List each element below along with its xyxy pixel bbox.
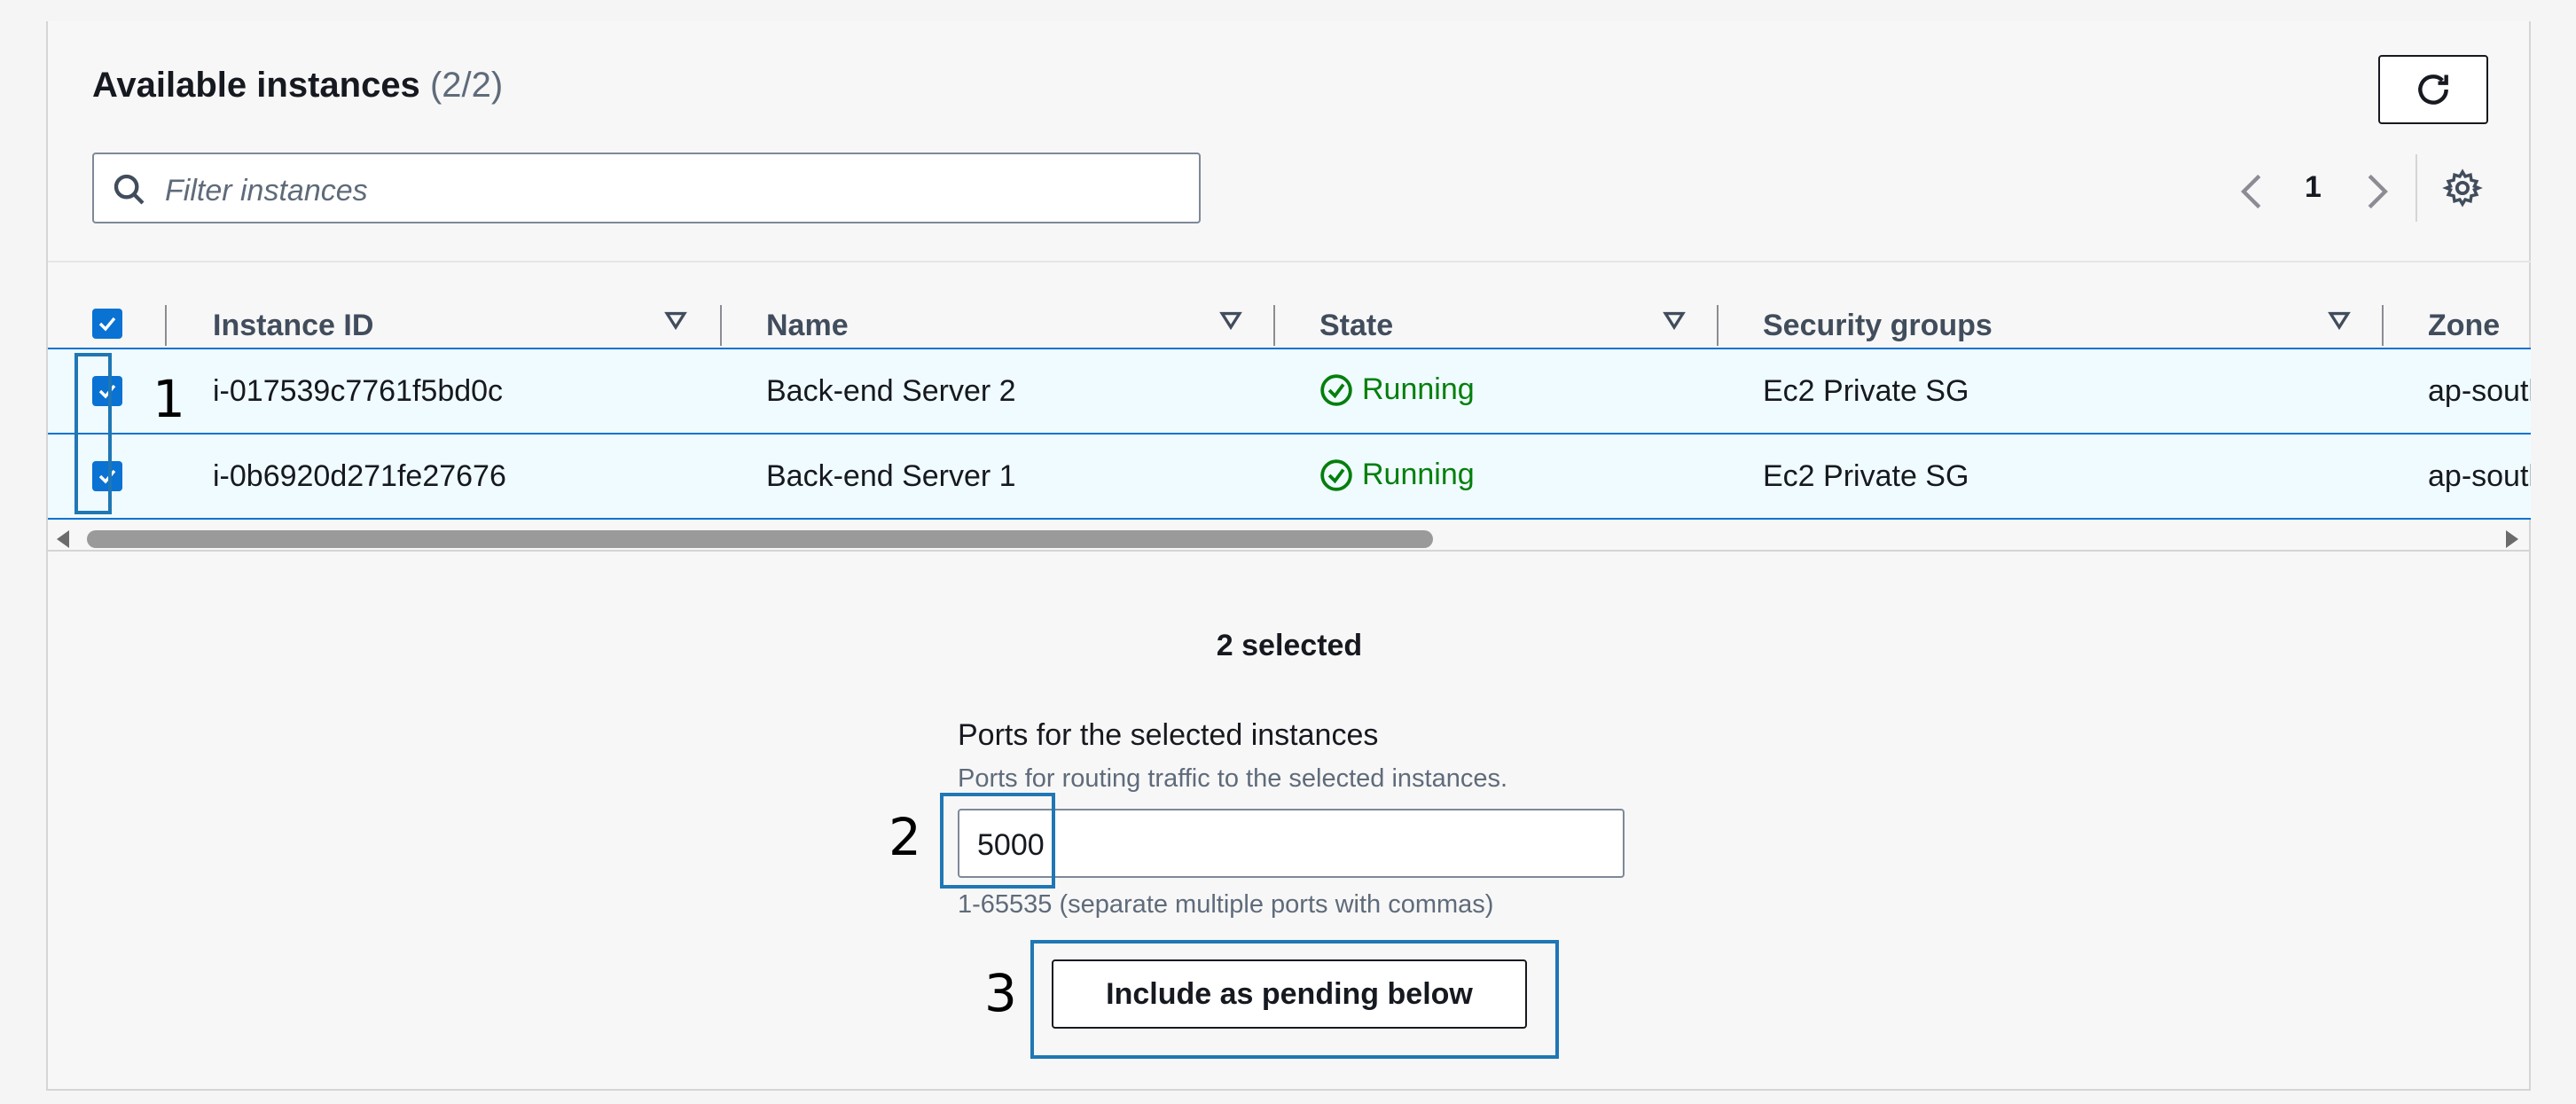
table-row[interactable]: i-0b6920d271fe27676 Back-end Server 1 Ru… (48, 433, 2531, 520)
selection-count: 2 selected (1216, 629, 1363, 662)
ports-field-description: Ports for routing traffic to the selecte… (958, 764, 1508, 793)
gear-icon[interactable] (2442, 168, 2483, 208)
column-header-instance-id[interactable]: Instance ID (213, 309, 373, 343)
annotation-box-1 (74, 353, 112, 514)
name-cell: Back-end Server 2 (766, 374, 1016, 408)
annotation-box-2 (940, 793, 1055, 889)
column-divider (1717, 305, 1719, 346)
filter-instances-input[interactable]: Filter instances (92, 153, 1201, 223)
column-divider (1273, 305, 1275, 346)
annotation-number-3: 3 (984, 963, 1017, 1023)
available-instances-panel: Available instances (2/2) Filter instanc… (46, 21, 2531, 1091)
ports-input[interactable]: 5000 (958, 809, 1625, 878)
refresh-icon (2418, 74, 2448, 105)
column-header-name[interactable]: Name (766, 309, 849, 343)
name-cell: Back-end Server 1 (766, 459, 1016, 493)
security-group-cell: Ec2 Private SG (1763, 459, 1969, 493)
scrollbar-thumb[interactable] (87, 530, 1433, 548)
horizontal-scrollbar[interactable] (48, 523, 2531, 552)
column-divider (165, 305, 167, 346)
instance-count: (2/2) (429, 66, 504, 105)
sort-down-icon[interactable] (2327, 309, 2352, 333)
zone-cell: ap-south (2428, 374, 2531, 408)
state-cell: Running (1319, 372, 1475, 407)
state-label: Running (1362, 372, 1475, 406)
next-page-icon[interactable] (2364, 172, 2391, 211)
state-cell: Running (1319, 458, 1475, 492)
column-divider (720, 305, 722, 346)
annotation-number-2: 2 (889, 807, 921, 867)
status-check-circle-icon (1320, 373, 1352, 406)
table-row[interactable]: i-017539c7761f5bd0c Back-end Server 2 Ru… (48, 348, 2531, 435)
refresh-button[interactable] (2378, 55, 2488, 124)
panel-title: Available instances (2/2) (92, 66, 504, 105)
select-all-checkbox[interactable] (92, 309, 122, 339)
annotation-box-3 (1030, 940, 1559, 1059)
state-label: Running (1362, 458, 1475, 491)
sort-down-icon[interactable] (1218, 309, 1243, 333)
column-header-zone[interactable]: Zone (2428, 309, 2500, 343)
ports-field-label: Ports for the selected instances (958, 718, 1379, 752)
sort-down-icon[interactable] (1662, 309, 1687, 333)
checkmark-icon (98, 317, 116, 332)
status-check-circle-icon (1320, 458, 1352, 491)
sort-down-icon[interactable] (663, 309, 688, 333)
column-header-security-groups[interactable]: Security groups (1763, 309, 1993, 343)
table-header: Instance ID Name State Security groups Z… (48, 261, 2531, 351)
pager-divider (2415, 154, 2417, 222)
zone-cell: ap-south (2428, 459, 2531, 493)
search-placeholder: Filter instances (165, 174, 368, 207)
previous-page-icon[interactable] (2238, 172, 2265, 211)
annotation-number-1: 1 (153, 369, 185, 429)
scroll-left-icon[interactable] (57, 530, 69, 548)
security-group-cell: Ec2 Private SG (1763, 374, 1969, 408)
scroll-right-icon[interactable] (2506, 530, 2518, 548)
search-icon (114, 174, 145, 205)
column-header-state[interactable]: State (1319, 309, 1393, 343)
ports-field-hint: 1-65535 (separate multiple ports with co… (958, 890, 1494, 919)
current-page-number[interactable]: 1 (2305, 170, 2322, 205)
column-divider (2382, 305, 2384, 346)
instance-id-cell: i-017539c7761f5bd0c (213, 374, 504, 408)
instance-id-cell: i-0b6920d271fe27676 (213, 459, 506, 493)
